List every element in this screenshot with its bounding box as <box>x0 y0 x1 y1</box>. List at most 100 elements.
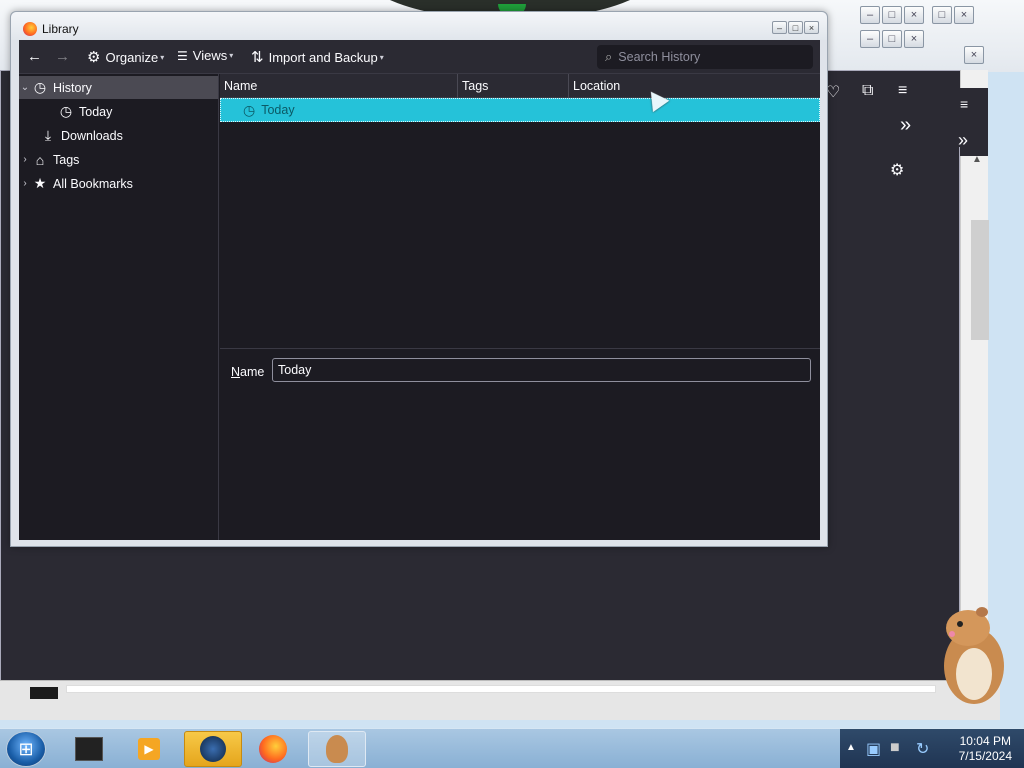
firefox-icon <box>259 735 287 763</box>
taskbar-app-folder[interactable] <box>60 731 118 767</box>
background-close: × <box>964 46 984 64</box>
background-window-controls: – □ × □ × <box>860 6 974 24</box>
hamster-mascot-icon <box>944 607 1004 704</box>
browser-toolbar <box>821 71 961 147</box>
close-icon[interactable]: × <box>804 21 819 34</box>
download-icon: ⤓ <box>44 127 52 143</box>
tree-item-history[interactable]: ⌄ ◷ History <box>19 76 218 99</box>
taskbar-app-media[interactable]: ▶ <box>120 731 178 767</box>
import-backup-button[interactable]: ⇅ Import and Backup ▾ <box>251 48 384 66</box>
window-title: Library <box>42 22 79 36</box>
tree-item-downloads[interactable]: ⤓ Downloads <box>19 124 218 147</box>
table-row[interactable]: ◷ Today <box>220 98 820 122</box>
list-icon: ☰ <box>177 48 188 63</box>
library-window: Library – □ × ← → ⚙ Organize ▾ ☰ Views ▾ <box>10 11 828 547</box>
gear-icon[interactable]: ⚙ <box>890 160 904 180</box>
overflow-icon[interactable]: » <box>958 130 968 151</box>
maximize-icon[interactable]: □ <box>882 30 902 48</box>
minimize-icon[interactable]: – <box>860 30 880 48</box>
minimize-icon[interactable]: – <box>860 6 880 24</box>
tree-item-label: All Bookmarks <box>53 176 133 191</box>
taskbar-app-hamster[interactable] <box>308 731 366 767</box>
taskbar: ⊞ ▶ ▲ ▣ ■ ↻ 10:04 PM 7/15/2024 <box>0 728 1024 768</box>
browser-bottom-strip <box>0 680 1000 720</box>
views-button[interactable]: ☰ Views ▾ <box>177 48 233 63</box>
status-block <box>30 687 58 699</box>
library-toolbar: ← → ⚙ Organize ▾ ☰ Views ▾ ⇅ Import and … <box>19 40 820 74</box>
library-titlebar[interactable]: Library – □ × <box>11 12 827 40</box>
extensions-icon[interactable]: ⧉ <box>862 82 873 100</box>
chevron-right-icon[interactable]: › <box>19 154 31 165</box>
media-player-icon: ▶ <box>138 738 160 760</box>
views-label: Views <box>192 48 228 63</box>
tree-item-label: Today <box>79 104 113 119</box>
chevron-right-icon[interactable]: › <box>19 178 31 189</box>
gear-icon: ⚙ <box>87 49 101 66</box>
tree-item-tags[interactable]: › ⌂ Tags <box>19 148 218 171</box>
back-arrow-icon: ← <box>27 48 42 65</box>
menu-icon[interactable]: ≡ <box>960 96 968 112</box>
sort-arrows-icon: ⇅ <box>251 49 264 66</box>
library-window-controls: – □ × <box>772 21 819 34</box>
column-header-name[interactable]: Name <box>220 74 458 98</box>
display-icon[interactable]: ■ <box>890 739 900 757</box>
search-icon: ⌕ <box>605 49 613 64</box>
clock-icon: ◷ <box>59 103 73 119</box>
terminal-icon <box>75 737 103 761</box>
clock[interactable]: 10:04 PM 7/15/2024 <box>959 734 1012 764</box>
column-headers: Name Tags Location <box>220 74 820 98</box>
globe-icon <box>200 736 226 762</box>
minimize-icon[interactable]: – <box>772 21 787 34</box>
system-tray: ▲ ▣ ■ ↻ 10:04 PM 7/15/2024 <box>840 729 1024 768</box>
forward-button[interactable]: → <box>55 48 70 65</box>
organize-button[interactable]: ⚙ Organize ▾ <box>87 48 164 66</box>
details-pane: Name <box>220 348 820 540</box>
search-input[interactable] <box>618 50 799 64</box>
pocket-icon[interactable]: ♡ <box>826 82 840 102</box>
close-icon[interactable]: × <box>904 30 924 48</box>
tree-item-today[interactable]: ◷ Today <box>19 100 218 123</box>
tree-item-label: Tags <box>53 152 80 167</box>
close-icon[interactable]: × <box>964 46 984 64</box>
star-icon: ★ <box>33 175 47 191</box>
chevron-down-icon: ▾ <box>379 52 384 62</box>
start-button[interactable]: ⊞ <box>6 731 46 767</box>
close-icon[interactable]: × <box>904 6 924 24</box>
scroll-thumb[interactable] <box>971 220 989 340</box>
taskbar-app-firefox[interactable] <box>244 731 302 767</box>
hamster-icon <box>326 735 348 763</box>
sync-icon[interactable]: ↻ <box>916 739 929 759</box>
history-content: Name Tags Location ◷ Today Name <box>220 74 820 540</box>
chevron-down-icon[interactable]: ⌄ <box>19 82 31 93</box>
overflow-icon[interactable]: » <box>900 114 911 137</box>
close-icon[interactable]: × <box>954 6 974 24</box>
row-name: Today <box>261 103 295 117</box>
firefox-logo-icon <box>23 22 37 36</box>
back-button[interactable]: ← <box>27 48 42 65</box>
show-hidden-icons-icon[interactable]: ▲ <box>846 742 856 753</box>
name-field[interactable] <box>272 358 811 382</box>
organize-label: Organize <box>105 49 159 65</box>
menu-icon[interactable]: ≡ <box>898 82 907 100</box>
name-field-label: Name <box>231 365 265 379</box>
restore-icon[interactable]: □ <box>932 6 952 24</box>
browser-window-controls: – □ × <box>860 30 924 48</box>
maximize-icon[interactable]: □ <box>882 6 902 24</box>
library-tree: ⌄ ◷ History ◷ Today ⤓ Downloads › ⌂ Tags… <box>19 74 219 540</box>
chevron-down-icon: ▾ <box>160 52 165 62</box>
network-icon[interactable]: ▣ <box>866 739 881 759</box>
scroll-up-icon[interactable]: ▲ <box>972 154 982 165</box>
clock-time: 10:04 PM <box>959 734 1011 748</box>
tree-item-label: Downloads <box>61 128 123 143</box>
column-header-tags[interactable]: Tags <box>458 74 569 98</box>
horizontal-scrollbar[interactable] <box>66 685 936 693</box>
library-body: ← → ⚙ Organize ▾ ☰ Views ▾ ⇅ Import and … <box>19 40 820 540</box>
clock-date: 7/15/2024 <box>958 749 1012 763</box>
search-history-box[interactable]: ⌕ <box>597 45 813 69</box>
taskbar-app-globe[interactable] <box>184 731 242 767</box>
import-backup-label: Import and Backup <box>268 49 378 65</box>
maximize-icon[interactable]: □ <box>788 21 803 34</box>
tree-item-all-bookmarks[interactable]: › ★ All Bookmarks <box>19 172 218 195</box>
history-list-empty-area[interactable] <box>220 122 820 348</box>
column-header-location[interactable]: Location <box>569 74 820 98</box>
